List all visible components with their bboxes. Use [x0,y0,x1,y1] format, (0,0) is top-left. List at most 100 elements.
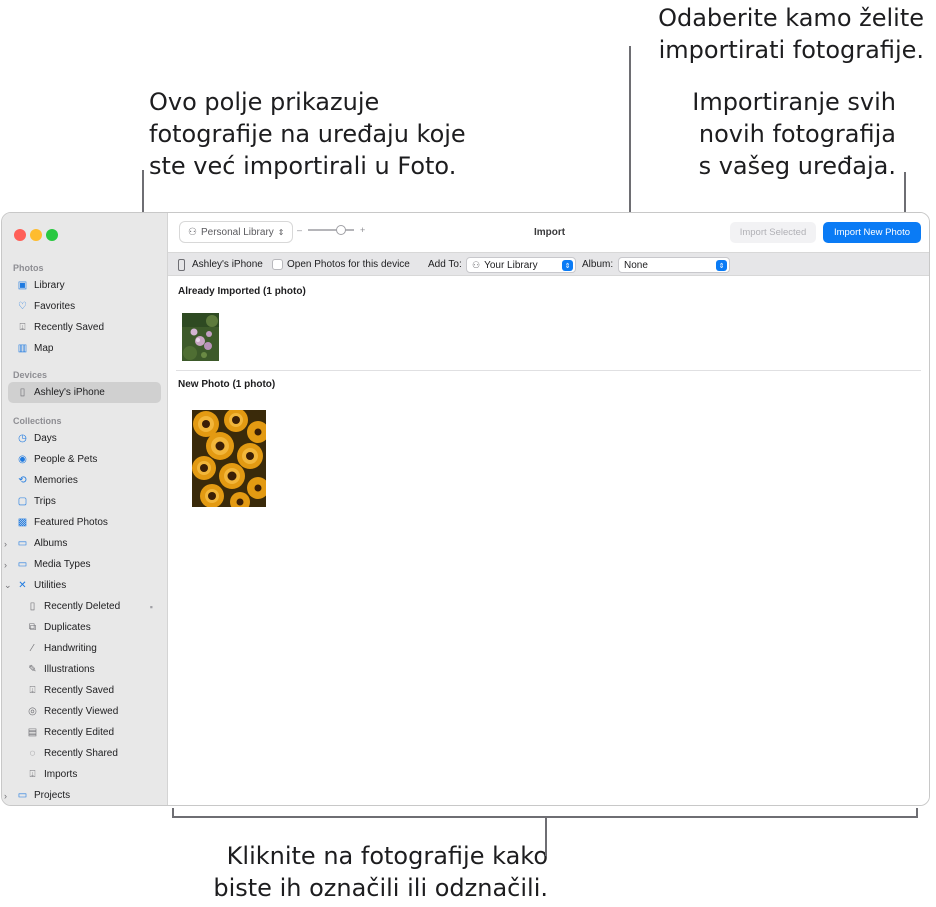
clock-icon: ◷ [18,433,27,444]
sidebar-item-recently-edited[interactable]: ▤ Recently Edited [18,722,161,743]
sidebar-item-recently-viewed[interactable]: ◎ Recently Viewed [18,701,161,722]
zoom-in-label: + [360,225,366,235]
pen-icon: ⁄ [31,643,34,654]
sidebar-item-label: Media Types [34,559,91,570]
chevron-down-icon[interactable]: ⌄ [4,580,12,591]
photos-import-window: Photos ▣ Library ♡ Favorites ⍗ Recently … [1,212,930,806]
album-popup[interactable]: None ⇕ [618,257,730,273]
import-content-area: Already Imported (1 photo) New Photo (1 … [168,276,929,805]
sidebar-item-handwriting[interactable]: ⁄ Handwriting [18,638,161,659]
tray-icon: ⍗ [29,685,36,696]
sidebar-item-recently-saved-utility[interactable]: ⍗ Recently Saved [18,680,161,701]
sidebar-item-projects[interactable]: › ▭ Projects [4,785,161,805]
sidebar-item-recently-deleted[interactable]: ▯ Recently Deleted ▪ [18,596,161,617]
folder-icon: ▭ [17,538,28,549]
maximize-window-button[interactable] [46,229,58,241]
sidebar-item-illustrations[interactable]: ✎ Illustrations [18,659,161,680]
import-selected-button[interactable]: Import Selected [730,222,816,243]
sidebar-item-featured-photos[interactable]: ▩ Featured Photos [8,512,161,533]
suitcase-icon: ▢ [17,496,28,507]
folder-icon: ▭ [17,790,28,801]
sidebar-item-label: Handwriting [44,643,97,654]
edit-icon: ▤ [27,727,38,738]
library-icon: ▣ [17,280,28,291]
lock-icon: ▪ [149,601,153,612]
chevron-right-icon[interactable]: › [4,539,7,549]
add-to-label: Add To: [428,259,462,270]
callout-line: Ovo polje prikazuje [149,88,380,116]
sidebar-item-label: Recently Saved [34,322,105,333]
sidebar-item-imports[interactable]: ⍗ Imports [18,764,161,785]
sidebar-item-favorites[interactable]: ♡ Favorites [8,296,161,317]
sidebar-section-collections: Collections [13,416,62,426]
callout-destination: Odaberite kamo želite importirati fotogr… [658,2,924,66]
brush-icon: ✎ [28,664,37,675]
sidebar-item-map[interactable]: ▥ Map [8,338,161,359]
new-photo-thumbnail[interactable] [192,410,266,507]
add-to-popup[interactable]: ⚇ Your Library ⇕ [466,257,576,273]
window-title: Import [534,227,566,238]
close-window-button[interactable] [14,229,26,241]
person-icon: ⚇ [472,259,481,270]
sidebar-item-label: Library [34,280,65,291]
duplicates-icon: ⧉ [28,622,37,633]
sidebar-item-duplicates[interactable]: ⧉ Duplicates [18,617,161,638]
sidebar-item-albums[interactable]: › ▭ Albums [4,533,161,554]
already-imported-title: Already Imported (1 photo) [178,286,306,297]
sidebar-item-label: Memories [34,475,78,486]
tray-icon: ⍗ [29,769,36,780]
sidebar-item-label: Map [34,343,54,354]
import-new-photo-button[interactable]: Import New Photo [823,222,921,243]
sidebar-item-label: Days [34,433,57,444]
callout-line: Kliknite na fotografije kako [226,842,548,870]
sidebar-item-memories[interactable]: ⟲ Memories [8,470,161,491]
already-imported-photo-thumbnail[interactable] [182,313,219,361]
sidebar-section-devices: Devices [13,370,48,380]
open-photos-checkbox[interactable] [272,259,283,270]
callout-line: importirati fotografije. [658,36,924,64]
sidebar-item-people-pets[interactable]: ◉ People & Pets [8,449,161,470]
sidebar-item-label: Recently Viewed [44,706,119,717]
device-name: Ashley's iPhone [192,259,263,270]
callout-line: s vašeg uređaja. [698,152,896,180]
sidebar-item-utilities[interactable]: ⌄ ✕ Utilities [4,575,161,596]
sidebar-item-library[interactable]: ▣ Library [8,275,161,296]
updown-chevron-icon: ⇕ [716,260,727,271]
sunflower-photo-image [192,410,266,507]
zoom-slider-track[interactable] [308,225,355,235]
sidebar-item-device[interactable]: ▯ Ashley's iPhone [8,382,161,403]
library-selector[interactable]: ⚇ Personal Library ⇕ [179,221,294,243]
zoom-slider[interactable]: – + [297,225,365,235]
sidebar-item-label: Favorites [34,301,76,312]
leader-bracket [172,808,174,817]
chevron-right-icon[interactable]: › [4,791,7,801]
callout-line: ste već importirali u Foto. [149,152,457,180]
iphone-icon: ▯ [19,387,26,398]
sidebar-item-recently-saved[interactable]: ⍗ Recently Saved [8,317,161,338]
sidebar-item-label: Recently Deleted [44,601,121,612]
callout-line: Importiranje svih [692,88,896,116]
sidebar-item-label: People & Pets [34,454,98,465]
tray-icon: ⍗ [19,322,26,333]
trash-icon: ▯ [29,601,36,612]
add-to-value: Your Library [484,259,538,271]
sidebar-item-trips[interactable]: ▢ Trips [8,491,161,512]
callout-line: biste ih označili ili odznačili. [213,874,548,902]
new-photo-title: New Photo (1 photo) [178,379,276,390]
callout-select-photos: Kliknite na fotografije kako biste ih oz… [213,840,548,904]
zoom-slider-knob[interactable] [336,225,347,235]
sidebar-item-label: Duplicates [44,622,91,633]
sidebar-item-days[interactable]: ◷ Days [8,428,161,449]
open-photos-label: Open Photos for this device [287,259,410,270]
sidebar-section-photos: Photos [13,263,44,273]
sidebar-item-media-types[interactable]: › ▭ Media Types [4,554,161,575]
callout-line: fotografije na uređaju koje [149,120,466,148]
sidebar-item-recently-shared[interactable]: ◌ Recently Shared [18,743,161,764]
iphone-icon [178,259,185,271]
leader-line [545,816,547,856]
callout-already-imported: Ovo polje prikazuje fotografije na uređa… [149,86,466,182]
updown-chevron-icon: ⇕ [562,260,573,271]
chevron-right-icon[interactable]: › [4,560,7,570]
minimize-window-button[interactable] [30,229,42,241]
sidebar-item-label: Albums [34,538,68,549]
